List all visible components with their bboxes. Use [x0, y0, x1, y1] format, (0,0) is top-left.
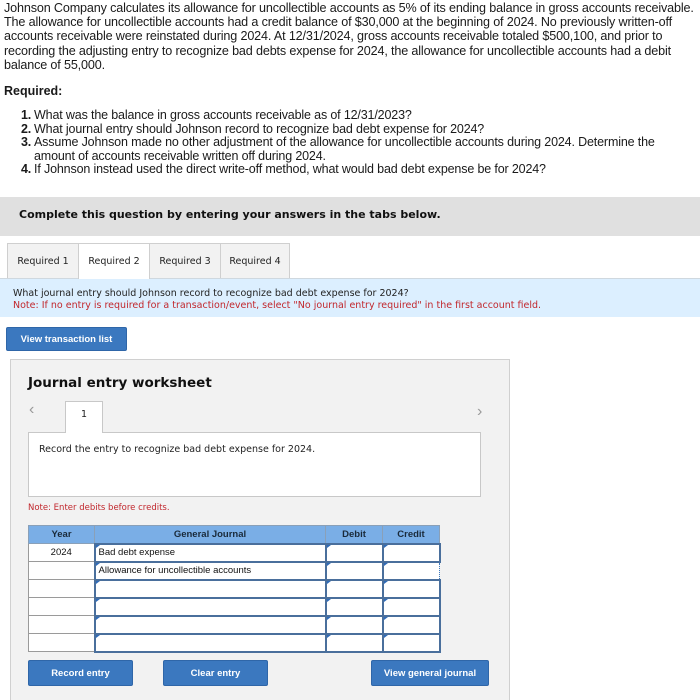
view-general-journal-button[interactable]: View general journal: [371, 660, 489, 686]
table-row: Allowance for uncollectible accounts: [28, 560, 440, 581]
chevron-right-icon[interactable]: ›: [477, 403, 482, 421]
record-entry-button[interactable]: Record entry: [28, 660, 133, 686]
required-item-text: Assume Johnson made no other adjustment …: [34, 135, 655, 163]
journal-entry-worksheet: Journal entry worksheet ‹ 1 › Record the…: [10, 359, 510, 700]
credit-input[interactable]: [381, 596, 441, 617]
required-item-number: 3.: [21, 135, 32, 150]
header-debit: Debit: [325, 525, 383, 544]
required-item-text: What was the balance in gross accounts r…: [34, 108, 412, 122]
debit-input[interactable]: [324, 596, 384, 617]
required-item: 4. If Johnson instead used the direct wri…: [21, 163, 697, 177]
table-row: [28, 632, 441, 653]
year-cell: [28, 615, 95, 634]
clear-entry-button[interactable]: Clear entry: [163, 660, 268, 686]
required-item: 3. Assume Johnson made no other adjustmen…: [21, 135, 697, 163]
credit-input[interactable]: [382, 561, 440, 580]
required-item-number: 4.: [21, 162, 32, 177]
required-item-number: 1.: [21, 108, 32, 122]
table-row: 2024 Bad debt expense: [28, 542, 441, 563]
header-year: Year: [28, 525, 95, 544]
year-cell: [28, 561, 95, 580]
account-select[interactable]: [93, 614, 327, 635]
debit-input[interactable]: [324, 632, 384, 653]
chevron-left-icon[interactable]: ‹: [29, 401, 34, 419]
problem-intro: Johnson Company calculates its allowance…: [4, 1, 694, 72]
credit-input[interactable]: [381, 632, 441, 653]
worksheet-entry-tab[interactable]: 1: [65, 401, 103, 433]
year-cell: [28, 633, 95, 652]
tab-required-1[interactable]: Required 1: [7, 243, 79, 278]
worksheet-instruction: Record the entry to recognize bad debt e…: [39, 444, 316, 455]
account-select[interactable]: [93, 596, 327, 617]
required-list: 1. What was the balance in gross accounts…: [21, 108, 697, 177]
credit-input[interactable]: [381, 542, 441, 563]
question-note: Note: If no entry is required for a tran…: [13, 300, 542, 311]
required-item: 2. What journal entry should Johnson reco…: [21, 121, 697, 137]
account-select[interactable]: [93, 578, 327, 599]
year-cell: 2024: [28, 543, 95, 562]
journal-table: Year General Journal Debit Credit 2024 B…: [28, 525, 441, 653]
view-transaction-list-button[interactable]: View transaction list: [6, 327, 127, 351]
header-general-journal: General Journal: [94, 525, 326, 544]
table-row: [28, 578, 441, 599]
table-row: [28, 596, 441, 617]
worksheet-title: Journal entry worksheet: [28, 375, 212, 391]
debit-input[interactable]: [324, 614, 384, 635]
debit-input[interactable]: [324, 578, 384, 599]
question-text: What journal entry should Johnson record…: [13, 288, 409, 299]
question-info-bar: What journal entry should Johnson record…: [0, 278, 700, 317]
header-credit: Credit: [382, 525, 440, 544]
account-select[interactable]: [93, 632, 327, 653]
year-cell: [28, 579, 95, 598]
required-tabs: Required 1 Required 2 Required 3 Require…: [7, 243, 290, 279]
year-cell: [28, 597, 95, 616]
debits-note: Note: Enter debits before credits.: [28, 503, 170, 513]
required-item-number: 2.: [21, 121, 32, 136]
credit-input[interactable]: [381, 614, 441, 635]
worksheet-instruction-box: Record the entry to recognize bad debt e…: [28, 432, 481, 497]
journal-table-header: Year General Journal Debit Credit: [28, 525, 440, 544]
instruction-bar: Complete this question by entering your …: [0, 197, 700, 236]
account-select[interactable]: Bad debt expense: [93, 542, 327, 563]
tab-required-2[interactable]: Required 2: [78, 243, 150, 279]
required-item-text: What journal entry should Johnson record…: [34, 121, 485, 136]
tab-required-4[interactable]: Required 4: [220, 243, 290, 278]
debit-input[interactable]: [324, 542, 384, 563]
credit-input[interactable]: [381, 578, 441, 599]
tab-required-3[interactable]: Required 3: [149, 243, 221, 278]
required-item: 1. What was the balance in gross accounts…: [21, 108, 697, 123]
required-heading: Required:: [4, 84, 63, 98]
account-select[interactable]: Allowance for uncollectible accounts: [93, 560, 327, 581]
required-item-text: If Johnson instead used the direct write…: [34, 162, 546, 177]
instruction-text: Complete this question by entering your …: [19, 208, 441, 221]
table-row: [28, 614, 441, 635]
debit-input[interactable]: [324, 560, 384, 581]
